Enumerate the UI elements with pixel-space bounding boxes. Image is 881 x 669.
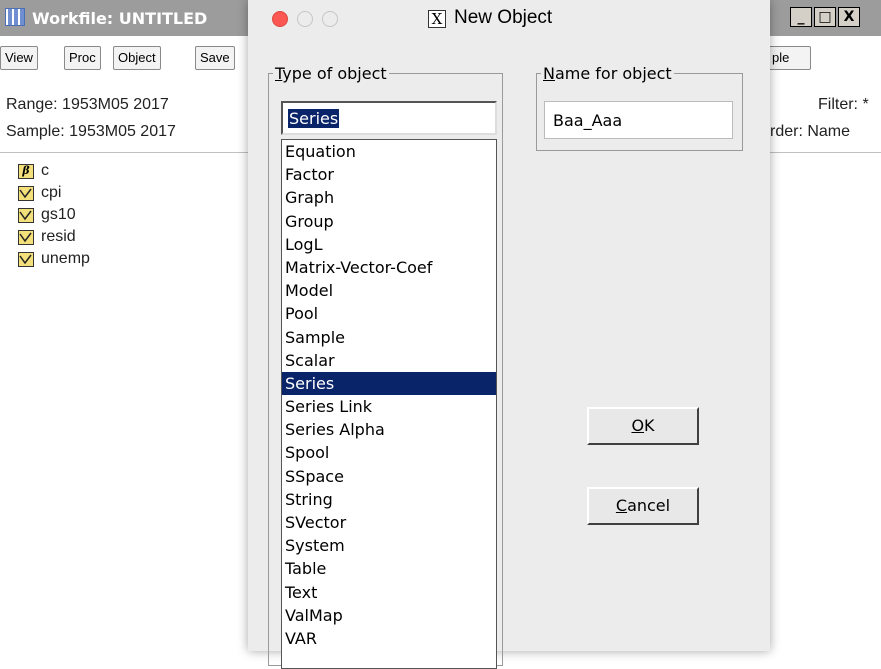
series-icon: [18, 208, 34, 223]
list-item[interactable]: gs10: [18, 206, 178, 228]
type-input-value: Series: [288, 109, 340, 128]
close-button[interactable]: X: [838, 7, 860, 27]
type-of-object-label: Type of object: [275, 64, 387, 83]
list-item[interactable]: VAR: [282, 627, 496, 650]
range-info[interactable]: Range: 1953M05 2017: [6, 96, 169, 114]
list-item[interactable]: Group: [282, 210, 496, 233]
list-item[interactable]: Scalar: [282, 349, 496, 372]
filter-info[interactable]: Filter: *: [818, 96, 869, 114]
list-item[interactable]: ValMap: [282, 604, 496, 627]
list-item[interactable]: Graph: [282, 186, 496, 209]
name-input[interactable]: Baa_Aaa: [544, 101, 733, 139]
list-item[interactable]: Table: [282, 557, 496, 580]
object-name: gs10: [41, 206, 76, 223]
type-input[interactable]: Series: [281, 101, 497, 135]
order-info[interactable]: rder: Name: [770, 123, 850, 141]
new-object-dialog: X New Object Type of object Name for obj…: [248, 0, 770, 669]
list-item[interactable]: unemp: [18, 250, 178, 272]
ok-button[interactable]: OK: [587, 407, 699, 445]
proc-button[interactable]: Proc: [64, 46, 101, 70]
maximize-button[interactable]: □: [814, 7, 836, 27]
name-input-value: Baa_Aaa: [553, 111, 623, 130]
view-button[interactable]: View: [0, 46, 38, 70]
series-icon: [18, 230, 34, 245]
list-item[interactable]: SVector: [282, 511, 496, 534]
dialog-title: New Object: [454, 7, 553, 28]
list-item[interactable]: Equation: [282, 140, 496, 163]
object-name: cpi: [41, 184, 62, 201]
save-button[interactable]: Save: [195, 46, 235, 70]
name-for-object-label: Name for object: [543, 64, 672, 83]
list-item[interactable]: Model: [282, 279, 496, 302]
dialog-zoom-button[interactable]: [322, 11, 338, 27]
list-item[interactable]: Text: [282, 581, 496, 604]
list-item[interactable]: Matrix-Vector-Coef: [282, 256, 496, 279]
object-button[interactable]: Object: [113, 46, 161, 70]
sample-info[interactable]: Sample: 1953M05 2017: [6, 123, 176, 141]
list-item[interactable]: Series Link: [282, 395, 496, 418]
list-item[interactable]: SSpace: [282, 465, 496, 488]
list-item[interactable]: String: [282, 488, 496, 511]
workfile-object-list: β c cpi gs10 resid unemp: [18, 162, 178, 272]
minimize-button[interactable]: _: [790, 7, 812, 27]
list-item[interactable]: resid: [18, 228, 178, 250]
x11-icon: X: [428, 10, 446, 28]
dialog-close-button[interactable]: [272, 11, 288, 27]
coef-icon: β: [18, 164, 34, 179]
workfile-title: Workfile: UNTITLED: [32, 9, 208, 28]
workfile-icon: [5, 8, 25, 26]
object-name: resid: [41, 228, 76, 245]
series-icon: [18, 252, 34, 267]
list-item[interactable]: Factor: [282, 163, 496, 186]
cancel-button[interactable]: Cancel: [587, 487, 699, 525]
list-item[interactable]: Series Alpha: [282, 418, 496, 441]
series-icon: [18, 186, 34, 201]
list-item[interactable]: β c: [18, 162, 178, 184]
object-name: unemp: [41, 250, 90, 267]
dialog-titlebar[interactable]: X New Object: [248, 0, 770, 38]
list-item[interactable]: Series: [282, 371, 496, 396]
list-item[interactable]: System: [282, 534, 496, 557]
type-listbox[interactable]: Equation Factor Graph Group LogL Matrix-Vecto…: [281, 139, 497, 669]
object-name: c: [41, 162, 49, 179]
sample-button[interactable]: ple: [767, 46, 811, 70]
list-item[interactable]: cpi: [18, 184, 178, 206]
list-item[interactable]: Pool: [282, 302, 496, 325]
list-item[interactable]: Sample: [282, 326, 496, 349]
list-item[interactable]: LogL: [282, 233, 496, 256]
list-item[interactable]: Spool: [282, 441, 496, 464]
dialog-minimize-button[interactable]: [297, 11, 313, 27]
